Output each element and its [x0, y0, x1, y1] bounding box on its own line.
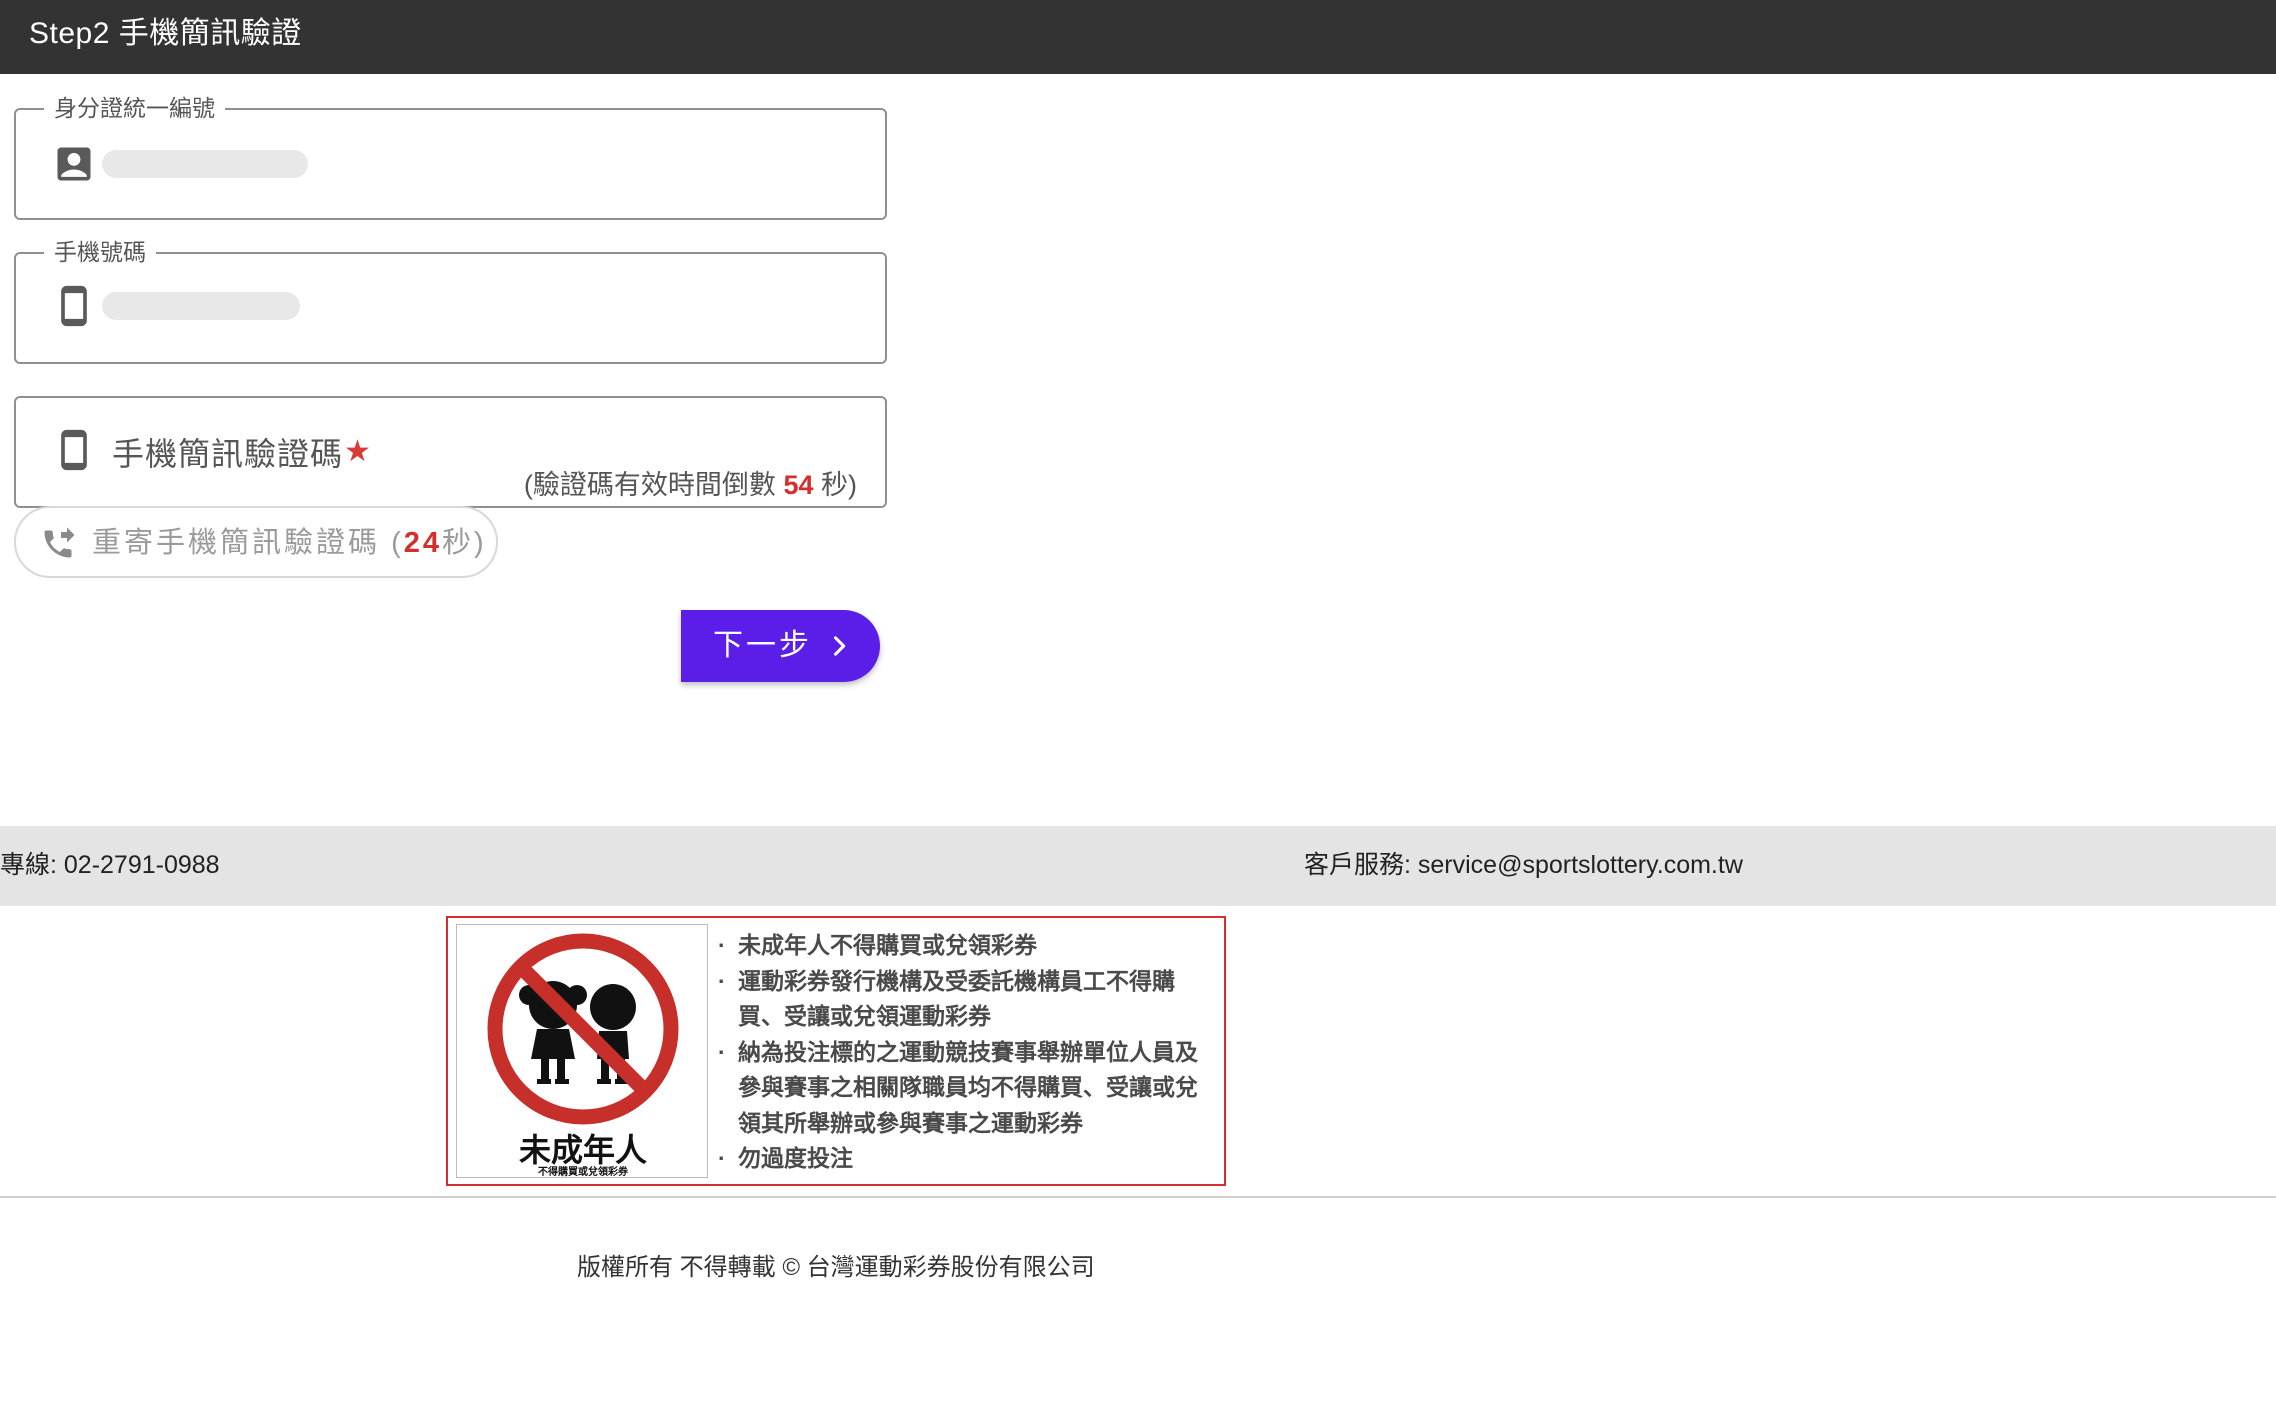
no-minors-image: 未成年人 不得購買或兌領彩券	[456, 924, 708, 1178]
smartphone-icon	[52, 284, 96, 328]
copyright-text: 版權所有 不得轉載 © 台灣運動彩券股份有限公司	[577, 1254, 1095, 1281]
no-minors-title: 未成年人	[518, 1132, 647, 1168]
countdown-prefix: (驗證碼有效時間倒數	[523, 470, 776, 500]
resend-code-button[interactable]: 重寄手機簡訊驗證碼 (24秒)	[14, 506, 498, 578]
resend-label-text: 重寄手機簡訊驗證碼	[92, 527, 381, 559]
contact-bar: 專線: 02-2791-0988 客戶服務: service@sportslot…	[0, 826, 2276, 906]
phone-number-field[interactable]: 手機號碼	[14, 237, 887, 364]
code-countdown: (驗證碼有效時間倒數 54 秒)	[524, 468, 857, 502]
contact-card-icon	[52, 142, 96, 186]
page-header: Step2 手機簡訊驗證	[0, 0, 2276, 74]
smartphone-icon	[52, 428, 96, 472]
notice-rule: 未成年人不得購買或兌領彩券	[716, 928, 1216, 964]
notice-rule: 納為投注標的之運動競技賽事舉辦單位人員及參與賽事之相關隊職員均不得購買、受讓或兌…	[716, 1035, 1216, 1142]
id-number-masked-value	[102, 150, 308, 178]
phone-number-masked-value	[102, 292, 300, 320]
resend-seconds: 24	[403, 527, 443, 559]
responsible-gaming-notice: 未成年人 不得購買或兌領彩券 未成年人不得購買或兌領彩券 運動彩券發行機構及受委…	[446, 916, 1226, 1186]
phone-forward-icon	[40, 526, 76, 562]
footer-divider	[0, 1196, 2276, 1198]
resend-open-paren: (	[391, 527, 404, 559]
chevron-right-icon	[825, 632, 853, 660]
required-star-icon: ★	[344, 435, 371, 468]
no-minors-subtitle: 不得購買或兌領彩券	[538, 1167, 628, 1178]
page-title: Step2 手機簡訊驗證	[29, 17, 302, 50]
sms-code-field[interactable]: 手機簡訊驗證碼 ★ (驗證碼有效時間倒數 54 秒)	[14, 396, 887, 508]
notice-rule: 勿過度投注	[716, 1141, 1216, 1177]
next-step-label: 下一步	[713, 629, 812, 662]
resend-close-paren: )	[474, 527, 487, 559]
id-number-field[interactable]: 身分證統一編號	[14, 93, 887, 220]
countdown-seconds: 54	[783, 470, 814, 500]
resend-code-label: 重寄手機簡訊驗證碼 (24秒)	[92, 524, 487, 562]
resend-unit: 秒	[442, 527, 475, 559]
sms-code-placeholder: 手機簡訊驗證碼	[112, 436, 344, 472]
next-step-button[interactable]: 下一步	[681, 610, 880, 682]
countdown-suffix: 秒)	[821, 470, 857, 500]
service-email-link[interactable]: 客戶服務: service@sportslottery.com.tw	[1304, 848, 1743, 882]
phone-number-label: 手機號碼	[44, 237, 156, 267]
id-number-label: 身分證統一編號	[44, 93, 225, 123]
notice-rules-list: 未成年人不得購買或兌領彩券 運動彩券發行機構及受委託機構員工不得購買、受讓或兌領…	[716, 928, 1216, 1177]
notice-rule: 運動彩券發行機構及受委託機構員工不得購買、受讓或兌領運動彩券	[716, 964, 1216, 1035]
hotline-text: 專線: 02-2791-0988	[0, 851, 220, 879]
